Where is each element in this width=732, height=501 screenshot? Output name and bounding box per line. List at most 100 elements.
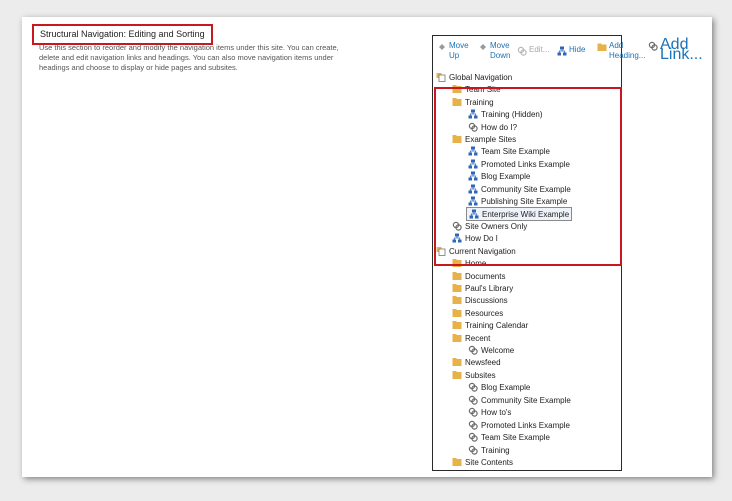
page-link-icon [468, 146, 478, 156]
tree-item[interactable]: Community Site Example [468, 183, 571, 195]
tree-item-label: Site Contents [465, 457, 514, 467]
page-link-icon [468, 109, 478, 119]
tree-root-global[interactable]: Global Navigation [436, 71, 512, 83]
folder-icon [452, 457, 462, 467]
move-down-label-2: Down [490, 51, 511, 60]
tree-item-label: How to's [481, 407, 512, 417]
section-description: Use this section to reorder and modify t… [39, 43, 339, 72]
tree-item-label: Community Site Example [481, 395, 571, 405]
tree-item[interactable]: How Do I [452, 232, 498, 244]
link-icon [648, 41, 658, 51]
folder-icon [452, 283, 462, 293]
add-heading-button[interactable]: Add Heading... [597, 41, 645, 61]
hide-button[interactable]: Hide [557, 45, 585, 56]
page-link-icon [468, 159, 478, 169]
tree-item[interactable]: How to's [468, 406, 511, 418]
tree-item[interactable]: Promoted Links Example [468, 419, 570, 431]
tree-item[interactable]: Training [468, 444, 510, 456]
tree-item-label: Subsites [465, 370, 496, 380]
tree-item[interactable]: Site Owners Only [452, 220, 527, 232]
tree-item[interactable]: Community Site Example [468, 394, 571, 406]
tree-root-label: Global Navigation [449, 72, 513, 82]
toolbar: Move Up Move Down Edit... Hide Add Headi… [433, 36, 645, 66]
page-link-icon [469, 209, 479, 219]
add-heading-label-2: Heading... [609, 51, 646, 60]
link-icon [452, 221, 462, 231]
folder-icon [452, 370, 462, 380]
tree-item[interactable]: Blog Example [468, 170, 530, 182]
folder-icon [452, 308, 462, 318]
tree-item-label: Team Site Example [481, 432, 550, 442]
tree-item[interactable]: Team Site Example [468, 145, 550, 157]
tree-item[interactable]: Recent [452, 332, 490, 344]
tree-item[interactable]: Paul's Library [452, 282, 513, 294]
page-link-icon [452, 233, 462, 243]
page-link-icon [468, 196, 478, 206]
tree-root-label: Current Navigation [449, 246, 516, 256]
page-link-icon [557, 46, 567, 56]
tree-item-label: Community Site Example [481, 184, 571, 194]
diamond-icon [478, 42, 488, 52]
tree-item[interactable]: Team Site Example [468, 431, 550, 443]
link-icon [517, 46, 527, 56]
move-down-button[interactable]: Move Down [478, 41, 510, 61]
tree-item-label: Resources [465, 308, 504, 318]
tree-item-label: Site Owners Only [465, 221, 528, 231]
link-icon [468, 345, 478, 355]
tree-item[interactable]: Team Site [452, 83, 501, 95]
folder-icon [452, 97, 462, 107]
link-icon [468, 382, 478, 392]
page-area: Structural Navigation: Editing and Sorti… [22, 17, 712, 477]
tree-item-label: Documents [465, 271, 506, 281]
tree-item-label: Training Calendar [465, 320, 529, 330]
diamond-icon [437, 42, 447, 52]
tree-item[interactable]: Training (Hidden) [468, 108, 543, 120]
tree-item[interactable]: Home [452, 257, 486, 269]
folder-icon [452, 84, 462, 94]
move-down-label-1: Move [490, 41, 510, 50]
move-up-button[interactable]: Move Up [437, 41, 469, 61]
tree-item-label: Team Site [465, 84, 501, 94]
tree-item[interactable]: Example Sites [452, 133, 516, 145]
tree-item-label: Training (Hidden) [481, 109, 543, 119]
tree-item[interactable]: Publishing Site Example [468, 195, 567, 207]
tree-item-label: Training [481, 445, 510, 455]
folder-icon [452, 134, 462, 144]
folder-icon [452, 258, 462, 268]
tree-item[interactable]: Resources [452, 307, 503, 319]
tree-root-current[interactable]: Current Navigation [436, 245, 516, 257]
edit-button[interactable]: Edit... [517, 45, 549, 56]
tree-item[interactable]: Documents [452, 270, 505, 282]
tree-item[interactable]: How do I? [468, 121, 517, 133]
tree-item[interactable]: Subsites [452, 369, 496, 381]
link-icon [468, 395, 478, 405]
move-up-label-1: Move [449, 41, 469, 50]
tree-item[interactable]: Welcome [468, 344, 514, 356]
add-link-button[interactable]: Add Link... [648, 37, 703, 63]
tree-item-label: Welcome [481, 345, 515, 355]
folder-icon [452, 357, 462, 367]
link-icon [468, 445, 478, 455]
add-link-label-2: Link... [660, 46, 703, 63]
navigation-root-icon [436, 246, 446, 256]
tree-item[interactable]: Site Contents [452, 456, 513, 468]
tree-item-label: Promoted Links Example [481, 420, 570, 430]
add-heading-label-1: Add [609, 41, 624, 50]
tree-item-label: Example Sites [465, 134, 517, 144]
tree-item-label: Team Site Example [481, 146, 550, 156]
tree-item[interactable]: Training Calendar [452, 319, 528, 331]
tree-item-label: Blog Example [481, 171, 531, 181]
link-icon [468, 122, 478, 132]
tree-item[interactable]: Discussions [452, 294, 508, 306]
tree-item[interactable]: Promoted Links Example [468, 158, 570, 170]
link-icon [468, 432, 478, 442]
tree-item[interactable]: Blog Example [468, 381, 530, 393]
folder-icon [452, 320, 462, 330]
section-title: Structural Navigation: Editing and Sorti… [32, 24, 213, 45]
edit-label: Edit... [529, 45, 550, 54]
tree-item-label: Enterprise Wiki Example [482, 209, 570, 219]
tree-item-label: Publishing Site Example [481, 196, 568, 206]
tree-item-selected[interactable]: Enterprise Wiki Example [466, 207, 573, 221]
tree-item[interactable]: Training [452, 96, 494, 108]
tree-item[interactable]: Newsfeed [452, 356, 501, 368]
